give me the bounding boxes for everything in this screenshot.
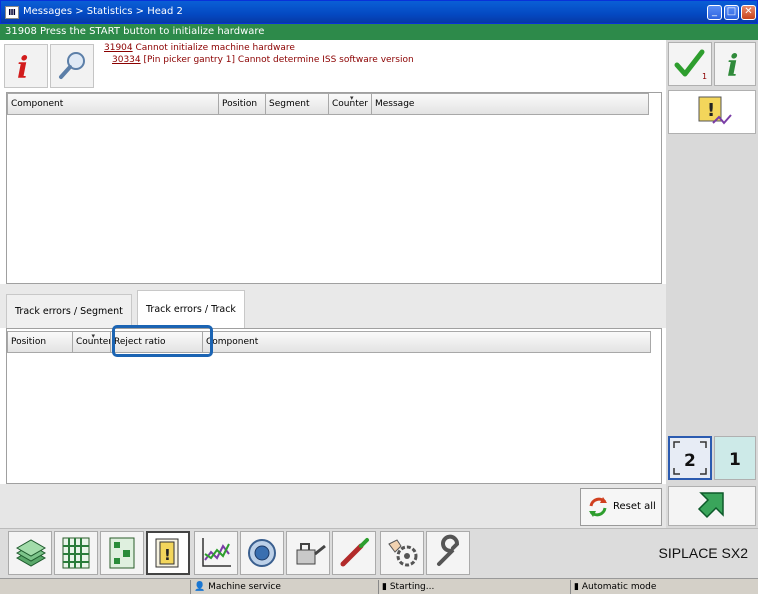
pcb-layout-icon [109,537,135,569]
maximize-button[interactable]: □ [724,5,739,20]
user-icon: 👤 [194,582,206,592]
status-separator [378,580,379,594]
message-code-link[interactable]: 31904 [104,43,133,53]
line-chart-icon [202,538,231,567]
service-settings-button[interactable] [380,531,424,575]
message-text: [Pin picker gantry 1] Cannot determine I… [140,55,414,65]
tools-button[interactable] [426,531,470,575]
app-icon: Ⅲ [5,6,19,19]
head-1-label: 1 [729,450,741,470]
column-position[interactable]: Position [7,331,73,353]
svg-text:!: ! [707,100,715,121]
bottom-toolbar: ! SIPLACE SX2 [0,528,758,578]
check-count: 1 [702,72,707,81]
board-grid-button[interactable] [54,531,98,575]
column-counter[interactable]: ▾ Counter [329,93,372,115]
status-state: ▮ Starting... [382,580,434,594]
statistics-chart-button[interactable] [194,531,238,575]
close-button[interactable]: ✕ [741,5,756,20]
pcb-layout-button[interactable] [100,531,144,575]
messages-button[interactable]: ! [146,531,190,575]
track-table-header: Position ▾ Counter Reject ratio Componen… [7,331,651,353]
sort-indicator-icon: ▾ [350,94,354,102]
nozzle-icon [340,538,369,567]
back-button[interactable] [668,486,756,526]
red-info-icon: i [17,51,28,86]
tab-strip: Track errors / Segment Track errors / Tr… [0,284,666,328]
column-segment[interactable]: Segment [266,93,329,115]
messages-warning-icon: ! [155,538,179,568]
status-user: 👤 Machine service [194,580,281,594]
green-info-icon: i [727,49,738,84]
reset-icon [589,497,607,517]
status-state-label: Starting... [389,582,435,592]
window-title: Messages > Statistics > Head 2 [23,6,183,17]
column-message[interactable]: Message [372,93,649,115]
minimize-button[interactable]: _ [707,5,722,20]
component-table-header: Component Position Segment ▾ Counter Mes… [7,93,649,115]
message-code-link[interactable]: 30334 [112,55,141,65]
right-sidebar: 1 i ! 2 1 [666,40,758,528]
head-1-frame: 1 [729,450,741,470]
action-area [0,484,666,528]
track-table: Position ▾ Counter Reject ratio Componen… [6,328,662,484]
message-line-2: 30334 [Pin picker gantry 1] Cannot deter… [112,55,414,65]
board-grid-icon [62,537,90,569]
reset-all-label: Reset all [613,501,656,512]
status-mode-label: Automatic mode [581,582,657,592]
svg-text:i: i [17,51,28,86]
window-titlebar: Ⅲ Messages > Statistics > Head 2 _ □ ✕ [0,0,758,24]
checkmark-icon: 1 [674,49,707,81]
statistics-button[interactable]: ! [668,90,756,134]
feeder-stack-button[interactable] [8,531,52,575]
svg-text:i: i [727,49,738,84]
info-button[interactable]: i [714,42,756,86]
head-2-button[interactable]: 2 [668,436,712,480]
acknowledge-button[interactable]: 1 [668,42,712,86]
search-message-button[interactable] [50,44,94,88]
error-info-button[interactable]: i [4,44,48,88]
machine-brand: SIPLACE SX2 [658,545,749,561]
status-separator [190,580,191,594]
message-area: i 31904 Cannot initialize machine hardwa… [0,40,666,90]
back-arrow-icon [697,492,724,519]
reject-ratio-highlight [112,325,213,357]
status-user-label: Machine service [208,582,281,592]
camera-lens-icon [248,539,276,567]
oil-can-icon [296,543,326,565]
nozzle-tool-button[interactable] [332,531,376,575]
machine-icon: ▮ [382,582,387,592]
tab-track-errors-segment[interactable]: Track errors / Segment [6,294,132,328]
statistics-warning-icon: ! [698,96,732,125]
maintenance-oil-button[interactable] [286,531,330,575]
tab-track-errors-track[interactable]: Track errors / Track [137,290,245,328]
column-component[interactable]: Component [7,93,219,115]
status-bar: 👤 Machine service ▮ Starting... ▮ Automa… [0,578,758,594]
feeder-stack-icon [15,539,47,567]
head-1-button[interactable]: 1 [714,436,756,480]
mode-icon: ▮ [574,582,579,592]
component-table: Component Position Segment ▾ Counter Mes… [6,92,662,284]
sort-indicator-icon: ▾ [91,332,96,340]
message-line-1: 31904 Cannot initialize machine hardware [104,43,295,53]
column-position[interactable]: Position [219,93,266,115]
wrench-icon [437,534,459,566]
vision-button[interactable] [240,531,284,575]
status-mode: ▮ Automatic mode [574,580,656,594]
column-counter[interactable]: ▾ Counter [73,331,111,353]
magnifier-icon [59,52,85,79]
hand-gear-icon [388,539,418,567]
head-2-frame-icon: 2 [673,441,707,475]
status-separator [570,580,571,594]
reset-all-button[interactable]: Reset all [580,488,662,526]
machine-status-line: 31908 Press the START button to initiali… [0,24,758,40]
message-text: Cannot initialize machine hardware [132,43,295,53]
column-component[interactable]: Component [203,331,651,353]
svg-text:!: ! [164,546,171,564]
head-2-label: 2 [684,451,696,471]
